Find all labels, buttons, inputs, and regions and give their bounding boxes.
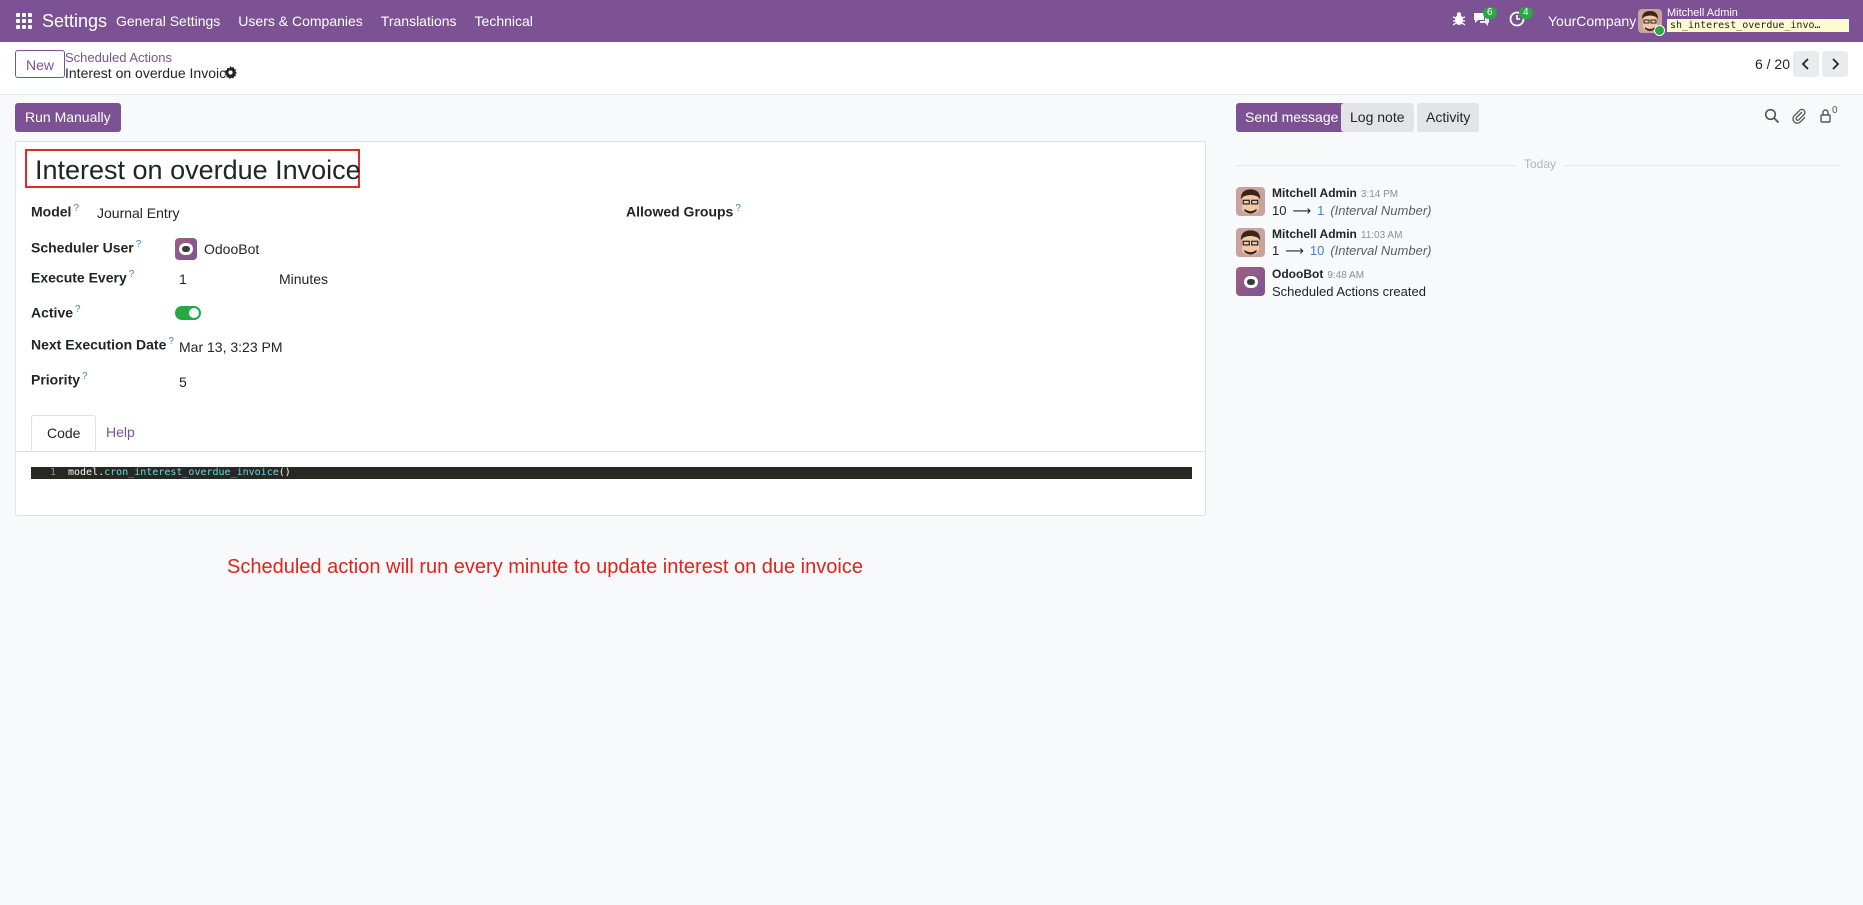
message-time: 11:03 AM xyxy=(1360,230,1403,241)
top-navbar: Settings General Settings Users & Compan… xyxy=(0,0,1863,42)
run-manually-button[interactable]: Run Manually xyxy=(15,103,121,132)
breadcrumb-current: Interest on overdue Invoice xyxy=(65,65,234,81)
model-label: Model? xyxy=(31,203,80,220)
online-status-dot xyxy=(1654,25,1665,36)
execute-every-label: Execute Every? xyxy=(31,269,135,286)
avatar[interactable] xyxy=(1236,228,1265,257)
tab-code[interactable]: Code xyxy=(31,415,97,451)
message-body: 1 ⟶ 10 (Interval Number) xyxy=(1272,243,1432,258)
odoobot-avatar xyxy=(175,238,197,260)
user-name[interactable]: Mitchell Admin xyxy=(1667,7,1738,19)
message-time: 3:14 PM xyxy=(1360,189,1399,200)
main-menu: General Settings Users & Companies Trans… xyxy=(116,13,533,29)
next-execution-value[interactable]: Mar 13, 3:23 PM xyxy=(179,339,283,355)
menu-general-settings[interactable]: General Settings xyxy=(116,13,220,29)
breadcrumb-scheduled-actions[interactable]: Scheduled Actions xyxy=(65,50,172,65)
annotation-text: Scheduled action will run every minute t… xyxy=(227,556,863,578)
avatar[interactable] xyxy=(1236,187,1265,216)
interval-type-select[interactable]: Minutes xyxy=(279,271,328,287)
priority-value[interactable]: 5 xyxy=(179,374,187,390)
app-brand[interactable]: Settings xyxy=(42,11,107,32)
next-execution-label: Next Execution Date? xyxy=(31,336,174,353)
control-panel: New Scheduled Actions Interest on overdu… xyxy=(0,42,1863,95)
debug-bug-icon[interactable] xyxy=(1451,11,1469,29)
interval-number-field[interactable]: 1 xyxy=(179,271,187,287)
scheduler-user-value[interactable]: OdooBot xyxy=(204,241,259,257)
message-author[interactable]: Mitchell Admin 11:03 AM xyxy=(1272,227,1402,241)
menu-technical[interactable]: Technical xyxy=(475,13,533,29)
code-method: cron_interest_overdue_invoice xyxy=(104,467,279,478)
date-separator: Today xyxy=(1516,157,1565,171)
pager-previous-button[interactable] xyxy=(1793,51,1819,77)
code-object: model xyxy=(68,467,99,478)
new-button[interactable]: New xyxy=(15,50,66,78)
model-value: Journal Entry xyxy=(97,205,180,221)
message-body: 10 ⟶ 1 (Interval Number) xyxy=(1272,203,1432,218)
paperclip-icon[interactable] xyxy=(1791,108,1809,126)
record-title[interactable]: Interest on overdue Invoice xyxy=(35,155,361,186)
message-body: Scheduled Actions created xyxy=(1272,284,1426,299)
scheduler-user-label: Scheduler User? xyxy=(31,239,142,256)
pager-next-button[interactable] xyxy=(1822,51,1848,77)
notebook-tabs: Code Help xyxy=(16,415,1205,452)
active-toggle[interactable] xyxy=(175,306,201,320)
menu-users-companies[interactable]: Users & Companies xyxy=(238,13,363,29)
pager-value[interactable]: 6 / 20 xyxy=(1755,56,1790,72)
code-editor[interactable]: 1 model.cron_interest_overdue_invoice() xyxy=(31,467,1192,479)
activity-button[interactable]: Activity xyxy=(1417,103,1480,132)
gear-icon[interactable] xyxy=(224,66,238,80)
priority-label: Priority? xyxy=(31,371,88,388)
message-author[interactable]: OdooBot 9:48 AM xyxy=(1272,267,1364,281)
active-label: Active? xyxy=(31,304,81,321)
form-sheet: Interest on overdue Invoice Model? Journ… xyxy=(15,141,1206,516)
company-switcher[interactable]: YourCompany xyxy=(1548,13,1636,29)
activity-clock-icon[interactable]: 4 xyxy=(1509,7,1533,29)
activities-badge: 4 xyxy=(1519,7,1533,19)
odoobot-avatar[interactable] xyxy=(1236,267,1265,296)
message-author[interactable]: Mitchell Admin 3:14 PM xyxy=(1272,186,1398,200)
code-parens: () xyxy=(278,467,291,478)
send-message-button[interactable]: Send message xyxy=(1236,103,1348,132)
search-icon[interactable] xyxy=(1764,108,1782,126)
followers-count: 0 xyxy=(1832,105,1838,116)
tab-help[interactable]: Help xyxy=(91,415,150,451)
code-line-number: 1 xyxy=(49,467,56,478)
database-name: sh_interest_overdue_invo… xyxy=(1667,19,1849,32)
menu-translations[interactable]: Translations xyxy=(381,13,457,29)
messages-badge: 6 xyxy=(1483,7,1497,19)
followers-lock-icon[interactable]: 0 xyxy=(1819,105,1841,126)
apps-menu-icon[interactable] xyxy=(16,13,32,29)
log-note-button[interactable]: Log note xyxy=(1341,103,1414,132)
message-time: 9:48 AM xyxy=(1327,270,1365,281)
allowed-groups-label: Allowed Groups? xyxy=(626,203,741,220)
messaging-icon[interactable]: 6 xyxy=(1473,7,1497,29)
